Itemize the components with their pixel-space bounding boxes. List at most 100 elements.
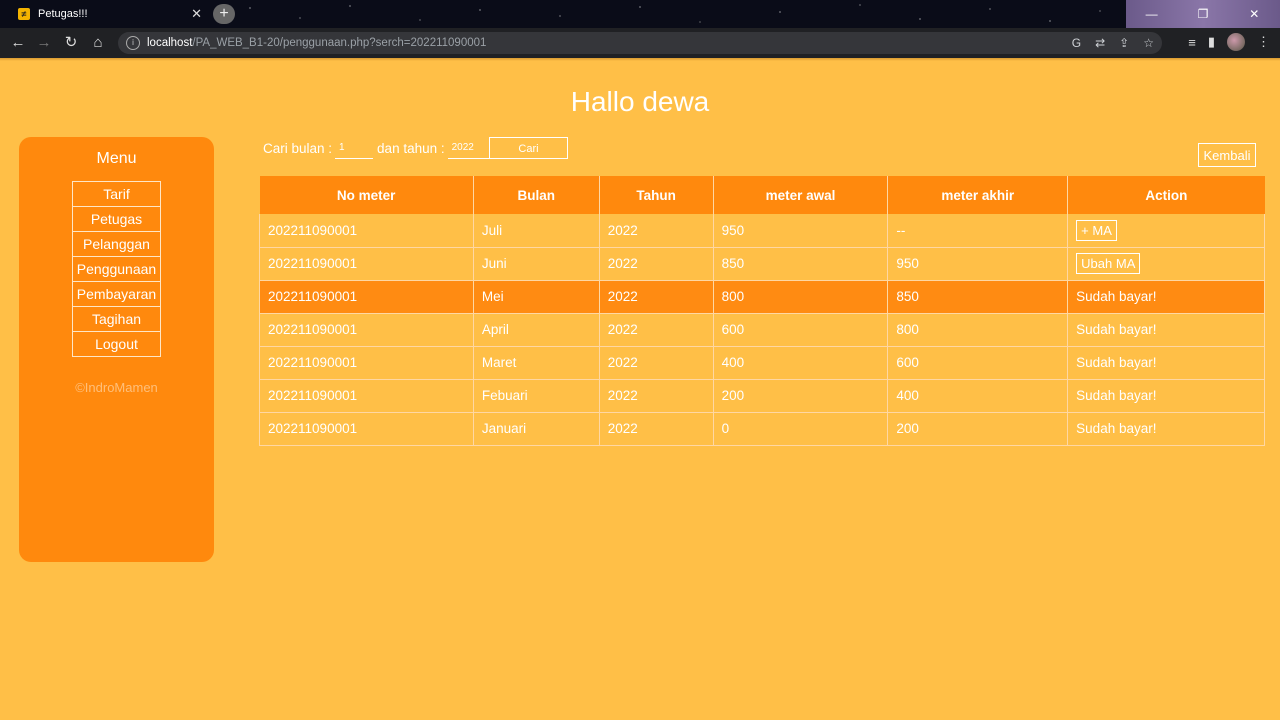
cell-meter-akhir: 950 bbox=[887, 247, 1069, 281]
cell-no-meter: 202211090001 bbox=[259, 412, 474, 446]
cell-action-status: Sudah bayar! bbox=[1067, 346, 1265, 380]
sidebar: Menu Tarif Petugas Pelanggan Penggunaan … bbox=[19, 137, 214, 562]
column-header: meter awal bbox=[713, 176, 889, 214]
penggunaan-table: No meter Bulan Tahun meter awal meter ak… bbox=[259, 176, 1265, 446]
cell-meter-awal: 600 bbox=[713, 313, 889, 347]
cell-meter-awal: 850 bbox=[713, 247, 889, 281]
sidebar-item-tagihan[interactable]: Tagihan bbox=[72, 306, 161, 332]
minimize-icon[interactable]: — bbox=[1126, 0, 1177, 28]
kembali-button[interactable]: Kembali bbox=[1198, 143, 1256, 167]
cell-no-meter: 202211090001 bbox=[259, 280, 474, 314]
search-form: Cari bulan : dan tahun : bbox=[263, 137, 498, 159]
back-arrow-icon[interactable]: ← bbox=[8, 33, 28, 53]
cell-no-meter: 202211090001 bbox=[259, 313, 474, 347]
browser-toolbar: ← → ↻ ⌂ i localhost/PA_WEB_B1-20/penggun… bbox=[0, 28, 1280, 58]
column-header: Tahun bbox=[599, 176, 714, 214]
toolbar-right-icons: ≡ ▮ ⋮ bbox=[1188, 33, 1270, 51]
sidebar-item-tarif[interactable]: Tarif bbox=[72, 181, 161, 207]
cell-action: Ubah MA bbox=[1067, 247, 1265, 281]
cell-action: + MA bbox=[1067, 214, 1265, 248]
cell-meter-awal: 200 bbox=[713, 379, 889, 413]
address-bar[interactable]: i localhost/PA_WEB_B1-20/penggunaan.php?… bbox=[118, 32, 1162, 54]
reload-icon[interactable]: ↻ bbox=[61, 33, 81, 53]
home-icon[interactable]: ⌂ bbox=[88, 33, 108, 53]
favicon-icon: ≠ bbox=[18, 8, 30, 20]
page-title: Hallo dewa bbox=[570, 86, 710, 117]
menu-title: Menu bbox=[96, 150, 137, 167]
cell-meter-awal: 950 bbox=[713, 214, 889, 248]
table-row: 202211090001 April 2022 600 800 Sudah ba… bbox=[259, 313, 1265, 347]
cell-meter-awal: 800 bbox=[713, 280, 889, 314]
toolbar-shadow bbox=[0, 58, 1280, 61]
cell-tahun: 2022 bbox=[599, 346, 714, 380]
edit-meter-akhir-button[interactable]: Ubah MA bbox=[1076, 253, 1141, 274]
bookmark-star-icon[interactable]: ☆ bbox=[1143, 36, 1154, 50]
tab-title: Petugas!!! bbox=[38, 8, 88, 20]
add-meter-akhir-button[interactable]: + MA bbox=[1076, 219, 1117, 241]
url-host: localhost bbox=[147, 37, 193, 49]
cell-tahun: 2022 bbox=[599, 280, 714, 314]
cell-bulan: April bbox=[473, 313, 600, 347]
sidebar-item-pelanggan[interactable]: Pelanggan bbox=[72, 231, 161, 257]
sidebar-item-logout[interactable]: Logout bbox=[72, 331, 161, 357]
window-controls: — ❐ ✕ bbox=[1126, 0, 1280, 28]
url-path: /PA_WEB_B1-20/penggunaan.php?serch=20221… bbox=[192, 37, 487, 49]
sidebar-item-penggunaan[interactable]: Penggunaan bbox=[72, 256, 161, 282]
cell-meter-akhir: -- bbox=[887, 214, 1069, 248]
tahun-label: dan tahun : bbox=[377, 140, 445, 156]
restore-icon[interactable]: ❐ bbox=[1177, 0, 1228, 28]
cell-no-meter: 202211090001 bbox=[259, 247, 474, 281]
cell-bulan: Maret bbox=[473, 346, 600, 380]
cell-action-status: Sudah bayar! bbox=[1067, 379, 1265, 413]
cell-tahun: 2022 bbox=[599, 379, 714, 413]
url-text[interactable]: localhost/PA_WEB_B1-20/penggunaan.php?se… bbox=[147, 37, 486, 49]
cell-no-meter: 202211090001 bbox=[259, 214, 474, 248]
info-icon[interactable]: i bbox=[126, 36, 140, 50]
more-menu-icon[interactable]: ⋮ bbox=[1257, 34, 1270, 50]
column-header: Action bbox=[1067, 176, 1265, 214]
profile-avatar[interactable] bbox=[1227, 33, 1245, 51]
cell-tahun: 2022 bbox=[599, 412, 714, 446]
cell-bulan: Febuari bbox=[473, 379, 600, 413]
cell-meter-awal: 400 bbox=[713, 346, 889, 380]
sidebar-item-petugas[interactable]: Petugas bbox=[72, 206, 161, 232]
bulan-input[interactable] bbox=[335, 137, 374, 159]
menu-list: Tarif Petugas Pelanggan Penggunaan Pemba… bbox=[72, 181, 161, 357]
table-header-row: No meter Bulan Tahun meter awal meter ak… bbox=[259, 176, 1265, 214]
table-row: 202211090001 Mei 2022 800 850 Sudah baya… bbox=[259, 280, 1265, 314]
cell-tahun: 2022 bbox=[599, 313, 714, 347]
cell-bulan: Januari bbox=[473, 412, 600, 446]
cell-bulan: Juni bbox=[473, 247, 600, 281]
cell-meter-akhir: 800 bbox=[887, 313, 1069, 347]
cell-no-meter: 202211090001 bbox=[259, 379, 474, 413]
cell-meter-awal: 0 bbox=[713, 412, 889, 446]
cell-meter-akhir: 200 bbox=[887, 412, 1069, 446]
share-icon[interactable]: ⇪ bbox=[1119, 36, 1129, 50]
table-row: 202211090001 Januari 2022 0 200 Sudah ba… bbox=[259, 412, 1265, 446]
table-row: 202211090001 Juli 2022 950 -- + MA bbox=[259, 214, 1265, 248]
google-icon[interactable]: G bbox=[1072, 36, 1081, 50]
side-panel-icon[interactable]: ▮ bbox=[1208, 34, 1215, 50]
close-window-icon[interactable]: ✕ bbox=[1229, 0, 1280, 28]
cell-no-meter: 202211090001 bbox=[259, 346, 474, 380]
browser-titlebar: ≠ Petugas!!! ✕ + — ❐ ✕ bbox=[0, 0, 1280, 28]
cell-bulan: Juli bbox=[473, 214, 600, 248]
table-row: 202211090001 Maret 2022 400 600 Sudah ba… bbox=[259, 346, 1265, 380]
close-tab-icon[interactable]: ✕ bbox=[191, 6, 202, 22]
cari-button[interactable]: Cari bbox=[489, 137, 568, 159]
table-row: 202211090001 Febuari 2022 200 400 Sudah … bbox=[259, 379, 1265, 413]
bulan-label: Cari bulan : bbox=[263, 140, 333, 156]
cell-meter-akhir: 850 bbox=[887, 280, 1069, 314]
cell-meter-akhir: 400 bbox=[887, 379, 1069, 413]
reading-list-icon[interactable]: ≡ bbox=[1188, 35, 1196, 50]
translate-icon[interactable]: ⇄ bbox=[1095, 36, 1105, 50]
new-tab-button[interactable]: + bbox=[213, 4, 235, 24]
forward-arrow-icon[interactable]: → bbox=[34, 33, 54, 53]
sidebar-item-pembayaran[interactable]: Pembayaran bbox=[72, 281, 161, 307]
column-header: meter akhir bbox=[887, 176, 1069, 214]
cell-action-status: Sudah bayar! bbox=[1067, 313, 1265, 347]
cell-bulan: Mei bbox=[473, 280, 600, 314]
column-header: Bulan bbox=[473, 176, 600, 214]
browser-tab[interactable]: ≠ Petugas!!! ✕ bbox=[8, 0, 208, 28]
cell-meter-akhir: 600 bbox=[887, 346, 1069, 380]
